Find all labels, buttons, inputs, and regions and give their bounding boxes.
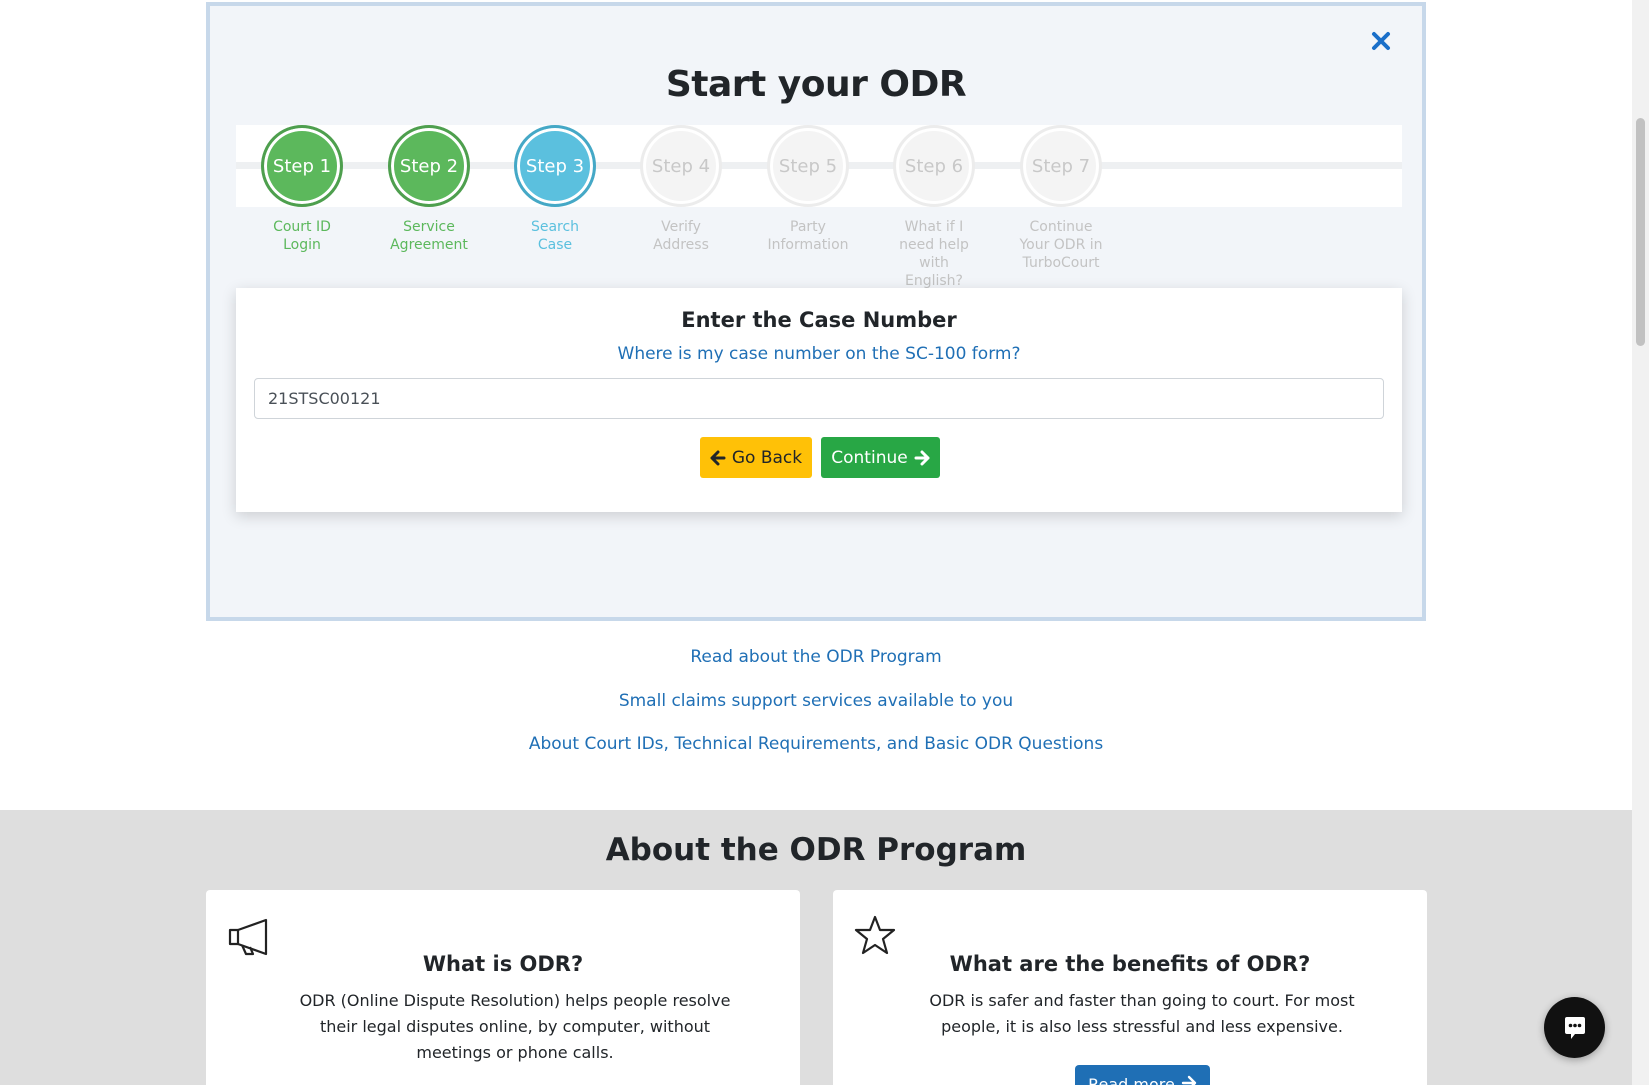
go-back-label: Go Back — [731, 447, 803, 468]
about-section: About the ODR Program What is ODR? ODR (… — [0, 810, 1632, 1085]
step-label: Court ID Login — [273, 219, 331, 253]
step-3: Step 3 Search Case — [500, 125, 610, 254]
step-circle: Step 3 — [514, 125, 596, 207]
step-2: Step 2 Service Agreement — [374, 125, 484, 254]
page-scrollbar[interactable] — [1632, 0, 1649, 1085]
case-number-input[interactable] — [254, 378, 1384, 419]
step-label: What if I need help with English? — [899, 219, 969, 289]
feature-card-what-is-odr: What is ODR? ODR (Online Dispute Resolut… — [206, 890, 800, 1085]
page-scrollbar-thumb[interactable] — [1636, 118, 1645, 346]
feature-title: What are the benefits of ODR? — [949, 952, 1311, 976]
support-services-link[interactable]: Small claims support services available … — [0, 691, 1632, 711]
feature-text: ODR is safer and faster than going to co… — [929, 991, 1355, 1036]
chat-bubble-icon — [1564, 1016, 1585, 1039]
odr-start-panel: Start your ODR Step 1 Court ID Login Ste… — [206, 2, 1426, 621]
step-1: Step 1 Court ID Login — [247, 125, 357, 254]
read-more-label: Read more — [1088, 1075, 1175, 1085]
continue-label: Continue — [831, 447, 908, 468]
case-number-help-link[interactable]: Where is my case number on the SC-100 fo… — [236, 344, 1402, 364]
step-label: Search Case — [530, 219, 580, 253]
arrow-right-icon — [1181, 1075, 1197, 1085]
step-label: Service Agreement — [390, 219, 468, 253]
step-4: Step 4 Verify Address — [626, 125, 736, 254]
feature-text: ODR (Online Dispute Resolution) helps pe… — [299, 991, 731, 1062]
arrow-right-icon — [914, 450, 930, 465]
go-back-button[interactable]: Go Back — [700, 437, 812, 478]
step-6: Step 6 What if I need help with English? — [879, 125, 989, 290]
arrow-left-icon — [710, 450, 726, 465]
read-about-odr-link[interactable]: Read about the ODR Program — [0, 647, 1632, 667]
read-more-button[interactable]: Read more — [1075, 1065, 1210, 1085]
court-id-faq-link[interactable]: About Court IDs, Technical Requirements,… — [0, 734, 1632, 754]
case-number-title: Enter the Case Number — [681, 308, 957, 332]
step-label: Continue Your ODR in TurboCourt — [1019, 219, 1103, 271]
step-circle: Step 5 — [767, 125, 849, 207]
close-icon — [1372, 32, 1390, 50]
step-circle: Step 2 — [388, 125, 470, 207]
step-circle: Step 1 — [261, 125, 343, 207]
continue-button[interactable]: Continue — [821, 437, 940, 478]
chat-button[interactable] — [1544, 997, 1605, 1058]
case-number-card: Enter the Case Number Where is my case n… — [236, 288, 1402, 512]
panel-title: Start your ODR — [665, 64, 967, 105]
close-button[interactable] — [1370, 30, 1392, 52]
step-circle: Step 6 — [893, 125, 975, 207]
feature-card-benefits: What are the benefits of ODR? ODR is saf… — [833, 890, 1427, 1085]
step-5: Step 5 Party Information — [753, 125, 863, 254]
step-circle: Step 4 — [640, 125, 722, 207]
step-7: Step 7 Continue Your ODR in TurboCourt — [1006, 125, 1116, 272]
about-title: About the ODR Program — [605, 832, 1027, 868]
step-label: Party Information — [767, 219, 849, 253]
step-label: Verify Address — [653, 219, 709, 253]
step-circle: Step 7 — [1020, 125, 1102, 207]
feature-title: What is ODR? — [422, 952, 584, 976]
